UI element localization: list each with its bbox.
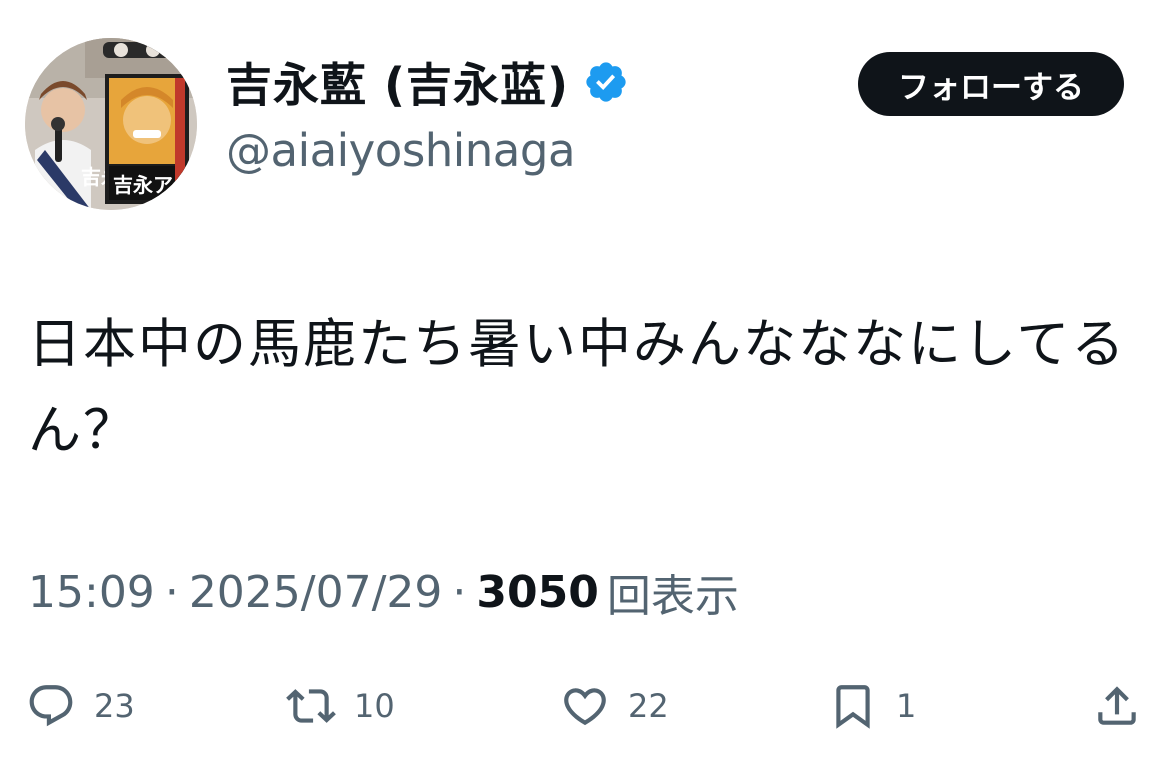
tweet-date[interactable]: 2025/07/29 xyxy=(189,567,443,618)
reply-button[interactable]: 23 xyxy=(26,676,135,736)
share-button[interactable] xyxy=(1092,676,1142,736)
bookmark-icon xyxy=(828,681,878,731)
views-label: 回表示 xyxy=(606,571,739,622)
retweet-icon xyxy=(286,681,336,731)
avatar[interactable]: 吉永 吉永ア xyxy=(25,38,197,210)
retweet-button[interactable]: 10 xyxy=(286,676,395,736)
bookmark-button[interactable]: 1 xyxy=(828,676,916,736)
views-count: 3050 xyxy=(476,566,599,618)
reply-icon xyxy=(26,681,76,731)
like-count: 22 xyxy=(628,687,669,725)
tweet-time[interactable]: 15:09 xyxy=(28,567,155,618)
heart-icon xyxy=(560,681,610,731)
bookmark-count: 1 xyxy=(896,687,917,725)
display-name-row: 吉永藍 (吉永蓝) xyxy=(226,46,629,118)
retweet-count: 10 xyxy=(354,687,395,725)
tweet-text: 日本中の馬鹿たち暑い中みんなななにしてるん？ xyxy=(28,314,1127,461)
verified-badge-icon xyxy=(583,59,629,105)
tweet-meta: 15:09 · 2025/07/29 · 3050 回表示 xyxy=(28,560,739,624)
avatar-poster-text: 吉永ア xyxy=(113,173,173,197)
avatar-image: 吉永 吉永ア xyxy=(25,38,197,210)
follow-button[interactable]: フォローする xyxy=(858,52,1124,116)
share-icon xyxy=(1092,681,1142,731)
user-handle[interactable]: @aiaiyoshinaga xyxy=(226,124,576,177)
tweet-card: 吉永 吉永ア 吉永藍 (吉永蓝) @aiaiyoshinaga フォローする 日… xyxy=(0,0,1170,767)
like-button[interactable]: 22 xyxy=(560,676,669,736)
reply-count: 23 xyxy=(94,687,135,725)
meta-separator: · xyxy=(452,566,467,618)
meta-separator: · xyxy=(164,566,179,618)
action-bar: 23 10 22 1 xyxy=(0,676,1170,736)
display-name[interactable]: 吉永藍 (吉永蓝) xyxy=(226,49,569,115)
